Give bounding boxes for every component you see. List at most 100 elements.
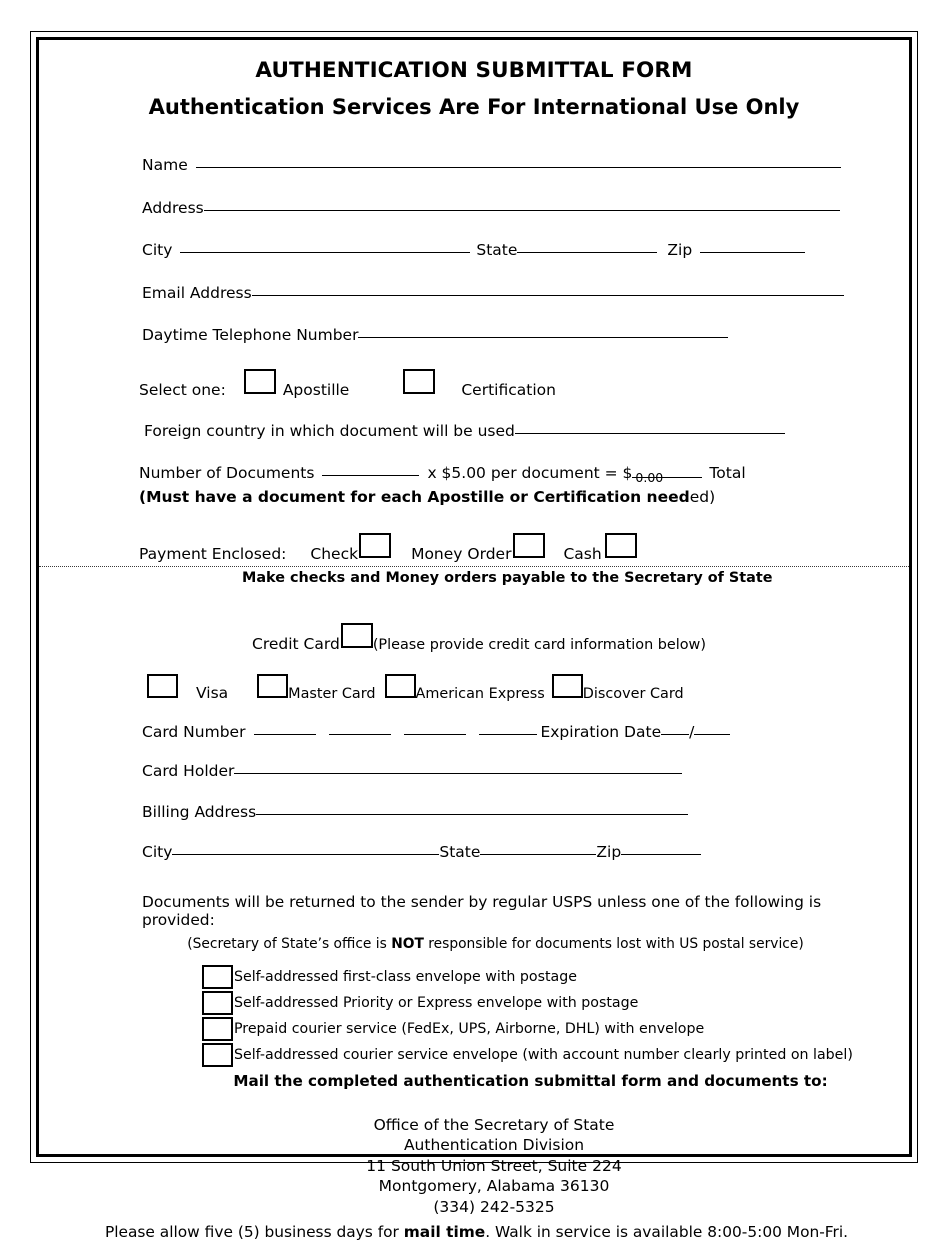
card-number-group-3[interactable]	[404, 733, 467, 735]
apostille-checkbox[interactable]	[243, 368, 276, 394]
footer-note-bold: mail time	[403, 1222, 486, 1241]
name-input[interactable]	[195, 167, 841, 169]
card-holder-label: Card Holder	[142, 762, 235, 781]
credit-card-section: Credit Card (Please provide credit card …	[39, 622, 909, 862]
check-label: Check	[310, 544, 359, 563]
self-addressed-courier-checkbox[interactable]	[202, 1042, 233, 1067]
state-label: State	[476, 241, 518, 260]
select-one-row: Select one: Apostille Certification	[139, 368, 885, 399]
phone-input[interactable]	[358, 337, 729, 339]
foreign-country-row: Foreign country in which document will b…	[144, 424, 885, 440]
email-label: Email Address	[142, 283, 252, 302]
total-label: Total	[709, 463, 746, 482]
section-divider	[39, 566, 909, 567]
card-number-group-4[interactable]	[479, 733, 538, 735]
money-order-label: Money Order	[411, 544, 512, 563]
credit-card-label: Credit Card	[252, 634, 340, 653]
discover-checkbox[interactable]	[551, 674, 583, 699]
email-input[interactable]	[251, 294, 844, 296]
name-label: Name	[142, 156, 188, 175]
first-class-envelope-checkbox[interactable]	[202, 964, 233, 989]
first-class-envelope-label: Self-addressed first-class envelope with…	[234, 968, 577, 985]
billing-state-input[interactable]	[480, 854, 597, 856]
documents-count-input[interactable]	[322, 474, 420, 476]
office-address-block: Office of the Secretary of State Authent…	[39, 1115, 909, 1218]
amex-checkbox[interactable]	[384, 674, 416, 699]
return-intro: Documents will be returned to the sender…	[142, 892, 822, 929]
card-number-row: Card Number Expiration Date /	[142, 722, 885, 741]
visa-checkbox[interactable]	[147, 674, 178, 699]
footer-note-post: . Walk in service is available 8:00-5:00…	[485, 1222, 849, 1241]
discover-label: Discover Card	[582, 686, 684, 703]
card-number-group-1[interactable]	[254, 733, 317, 735]
expiration-slash: /	[689, 722, 695, 741]
documents-note-bold: (Must have a document for each Apostille…	[139, 488, 690, 507]
foreign-country-input[interactable]	[514, 433, 785, 435]
expiration-label: Expiration Date	[540, 722, 662, 741]
address-input[interactable]	[203, 209, 840, 211]
cash-checkbox[interactable]	[604, 532, 637, 558]
billing-address-row: Billing Address	[142, 802, 885, 821]
city-label: City	[142, 241, 173, 260]
city-state-zip-row: City State Zip	[142, 243, 885, 259]
return-option-item: Self-addressed first-class envelope with…	[202, 964, 889, 990]
documents-note-tail: ed)	[689, 488, 716, 507]
return-option-item: Self-addressed courier service envelope …	[202, 1042, 889, 1068]
billing-city-label: City	[142, 843, 173, 862]
billing-address-input[interactable]	[256, 813, 689, 815]
state-input[interactable]	[517, 252, 658, 254]
form-header: AUTHENTICATION SUBMITTAL FORM Authentica…	[39, 40, 909, 120]
check-checkbox[interactable]	[359, 532, 392, 558]
office-line-1: Office of the Secretary of State	[373, 1115, 615, 1134]
visa-label: Visa	[196, 684, 229, 703]
mastercard-checkbox[interactable]	[257, 674, 289, 699]
documents-note-row: (Must have a document for each Apostille…	[139, 490, 885, 506]
prepaid-courier-label: Prepaid courier service (FedEx, UPS, Air…	[234, 1020, 705, 1037]
address-row: Address	[142, 198, 885, 217]
foreign-country-label: Foreign country in which document will b…	[144, 422, 515, 441]
credit-card-checkbox[interactable]	[340, 622, 373, 648]
zip-label: Zip	[667, 241, 693, 260]
certification-label: Certification	[461, 380, 556, 399]
return-option-item: Prepaid courier service (FedEx, UPS, Air…	[202, 1016, 889, 1042]
payment-label: Payment Enclosed:	[139, 544, 287, 563]
billing-address-label: Billing Address	[142, 802, 257, 821]
credit-card-hint: (Please provide credit card information …	[372, 636, 706, 653]
card-holder-input[interactable]	[234, 773, 683, 775]
office-phone: (334) 242-5325	[433, 1198, 555, 1217]
phone-label: Daytime Telephone Number	[142, 326, 359, 345]
prepaid-courier-checkbox[interactable]	[202, 1016, 233, 1041]
documents-count-label: Number of Documents	[139, 463, 315, 482]
priority-express-envelope-label: Self-addressed Priority or Express envel…	[234, 994, 639, 1011]
billing-zip-input[interactable]	[621, 854, 702, 856]
card-holder-row: Card Holder	[142, 764, 885, 780]
zip-input[interactable]	[700, 252, 806, 254]
card-types-row: Visa Master Card American Express Discov…	[147, 674, 885, 702]
phone-row: Daytime Telephone Number	[142, 328, 885, 344]
email-row: Email Address	[142, 283, 885, 302]
card-number-group-2[interactable]	[329, 733, 392, 735]
applicant-section: Name Address City State Zip Email Addres…	[39, 158, 909, 586]
priority-express-envelope-checkbox[interactable]	[202, 990, 233, 1015]
return-options-section: Documents will be returned to the sender…	[39, 893, 909, 1090]
expiration-year-input[interactable]	[694, 733, 731, 735]
address-label: Address	[142, 198, 204, 217]
name-row: Name	[142, 158, 885, 174]
document-rate-label: x $5.00 per document = $	[427, 463, 633, 482]
footer-note: Please allow five (5) business days for …	[39, 1223, 909, 1241]
money-order-checkbox[interactable]	[513, 532, 546, 558]
billing-city-input[interactable]	[172, 854, 440, 856]
certification-checkbox[interactable]	[403, 368, 436, 394]
expiration-month-input[interactable]	[661, 733, 690, 735]
city-input[interactable]	[180, 252, 471, 254]
credit-card-row: Credit Card (Please provide credit card …	[252, 622, 885, 653]
documents-count-row: Number of Documents x $5.00 per document…	[139, 463, 885, 483]
total-amount-field[interactable]: 0.00	[632, 471, 703, 483]
office-line-2: Authentication Division	[403, 1136, 585, 1155]
return-disclaimer-pre: (Secretary of State’s office is	[187, 935, 392, 952]
page-subtitle: Authentication Services Are For Internat…	[148, 94, 800, 119]
return-options-list: Self-addressed first-class envelope with…	[202, 964, 889, 1068]
billing-zip-label: Zip	[596, 843, 622, 862]
apostille-label: Apostille	[282, 380, 350, 399]
billing-state-label: State	[439, 843, 481, 862]
